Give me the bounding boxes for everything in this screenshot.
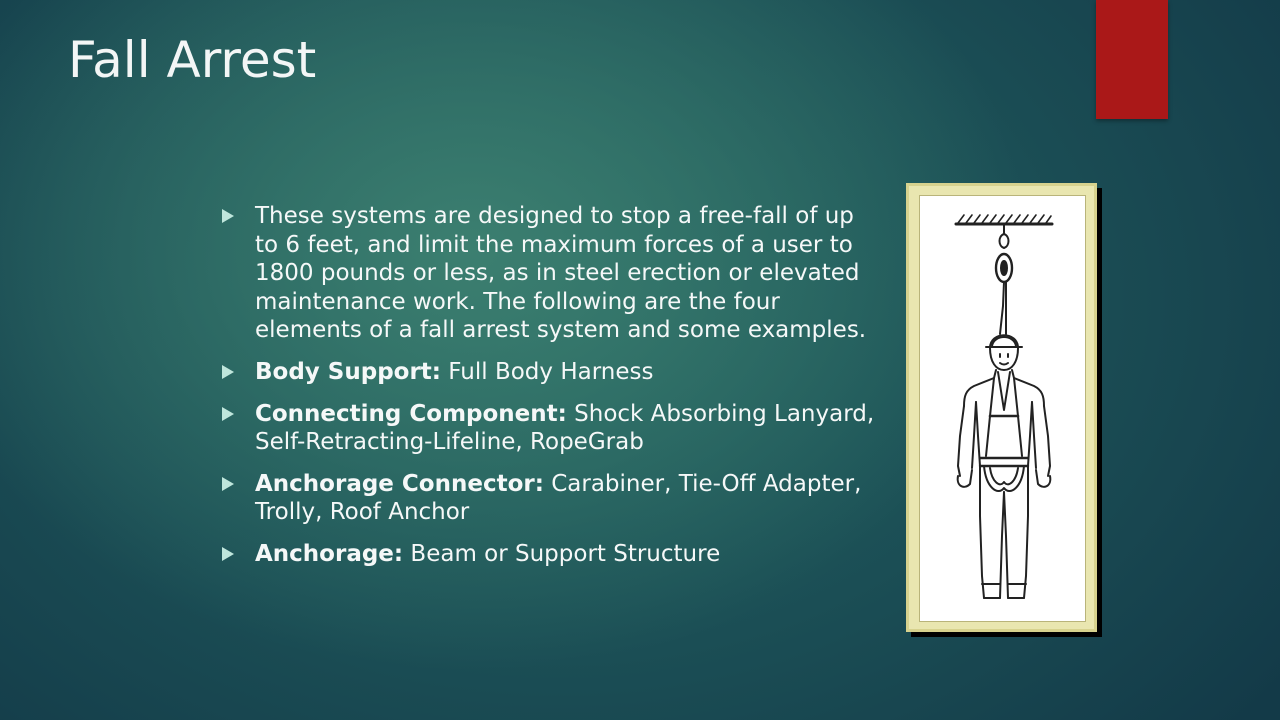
bullet-lead: Anchorage: <box>255 540 404 567</box>
bullet-arrow-icon <box>222 546 234 561</box>
suspended-worker-harness-icon <box>919 195 1086 622</box>
figure-frame <box>906 183 1097 632</box>
accent-tab <box>1096 0 1168 119</box>
bullet-list: These systems are designed to stop a fre… <box>216 202 876 582</box>
bullet-arrow-icon <box>222 364 234 379</box>
bullet-arrow-icon <box>222 406 234 421</box>
bullet-item: Body Support: Full Body Harness <box>216 358 876 387</box>
bullet-arrow-icon <box>222 209 234 223</box>
slide-title: Fall Arrest <box>68 31 317 89</box>
bullet-text: Full Body Harness <box>441 358 654 385</box>
bullet-text: These systems are designed to stop a fre… <box>255 203 867 344</box>
bullet-arrow-icon <box>222 476 234 491</box>
bullet-item: Connecting Component: Shock Absorbing La… <box>216 400 876 457</box>
bullet-lead: Anchorage Connector: <box>255 470 544 497</box>
bullet-item: These systems are designed to stop a fre… <box>216 202 876 345</box>
bullet-item: Anchorage: Beam or Support Structure <box>216 540 876 569</box>
bullet-text: Beam or Support Structure <box>403 540 721 567</box>
bullet-lead: Connecting Component: <box>255 400 567 427</box>
bullet-lead: Body Support: <box>255 358 441 385</box>
bullet-item: Anchorage Connector: Carabiner, Tie-Off … <box>216 470 876 527</box>
